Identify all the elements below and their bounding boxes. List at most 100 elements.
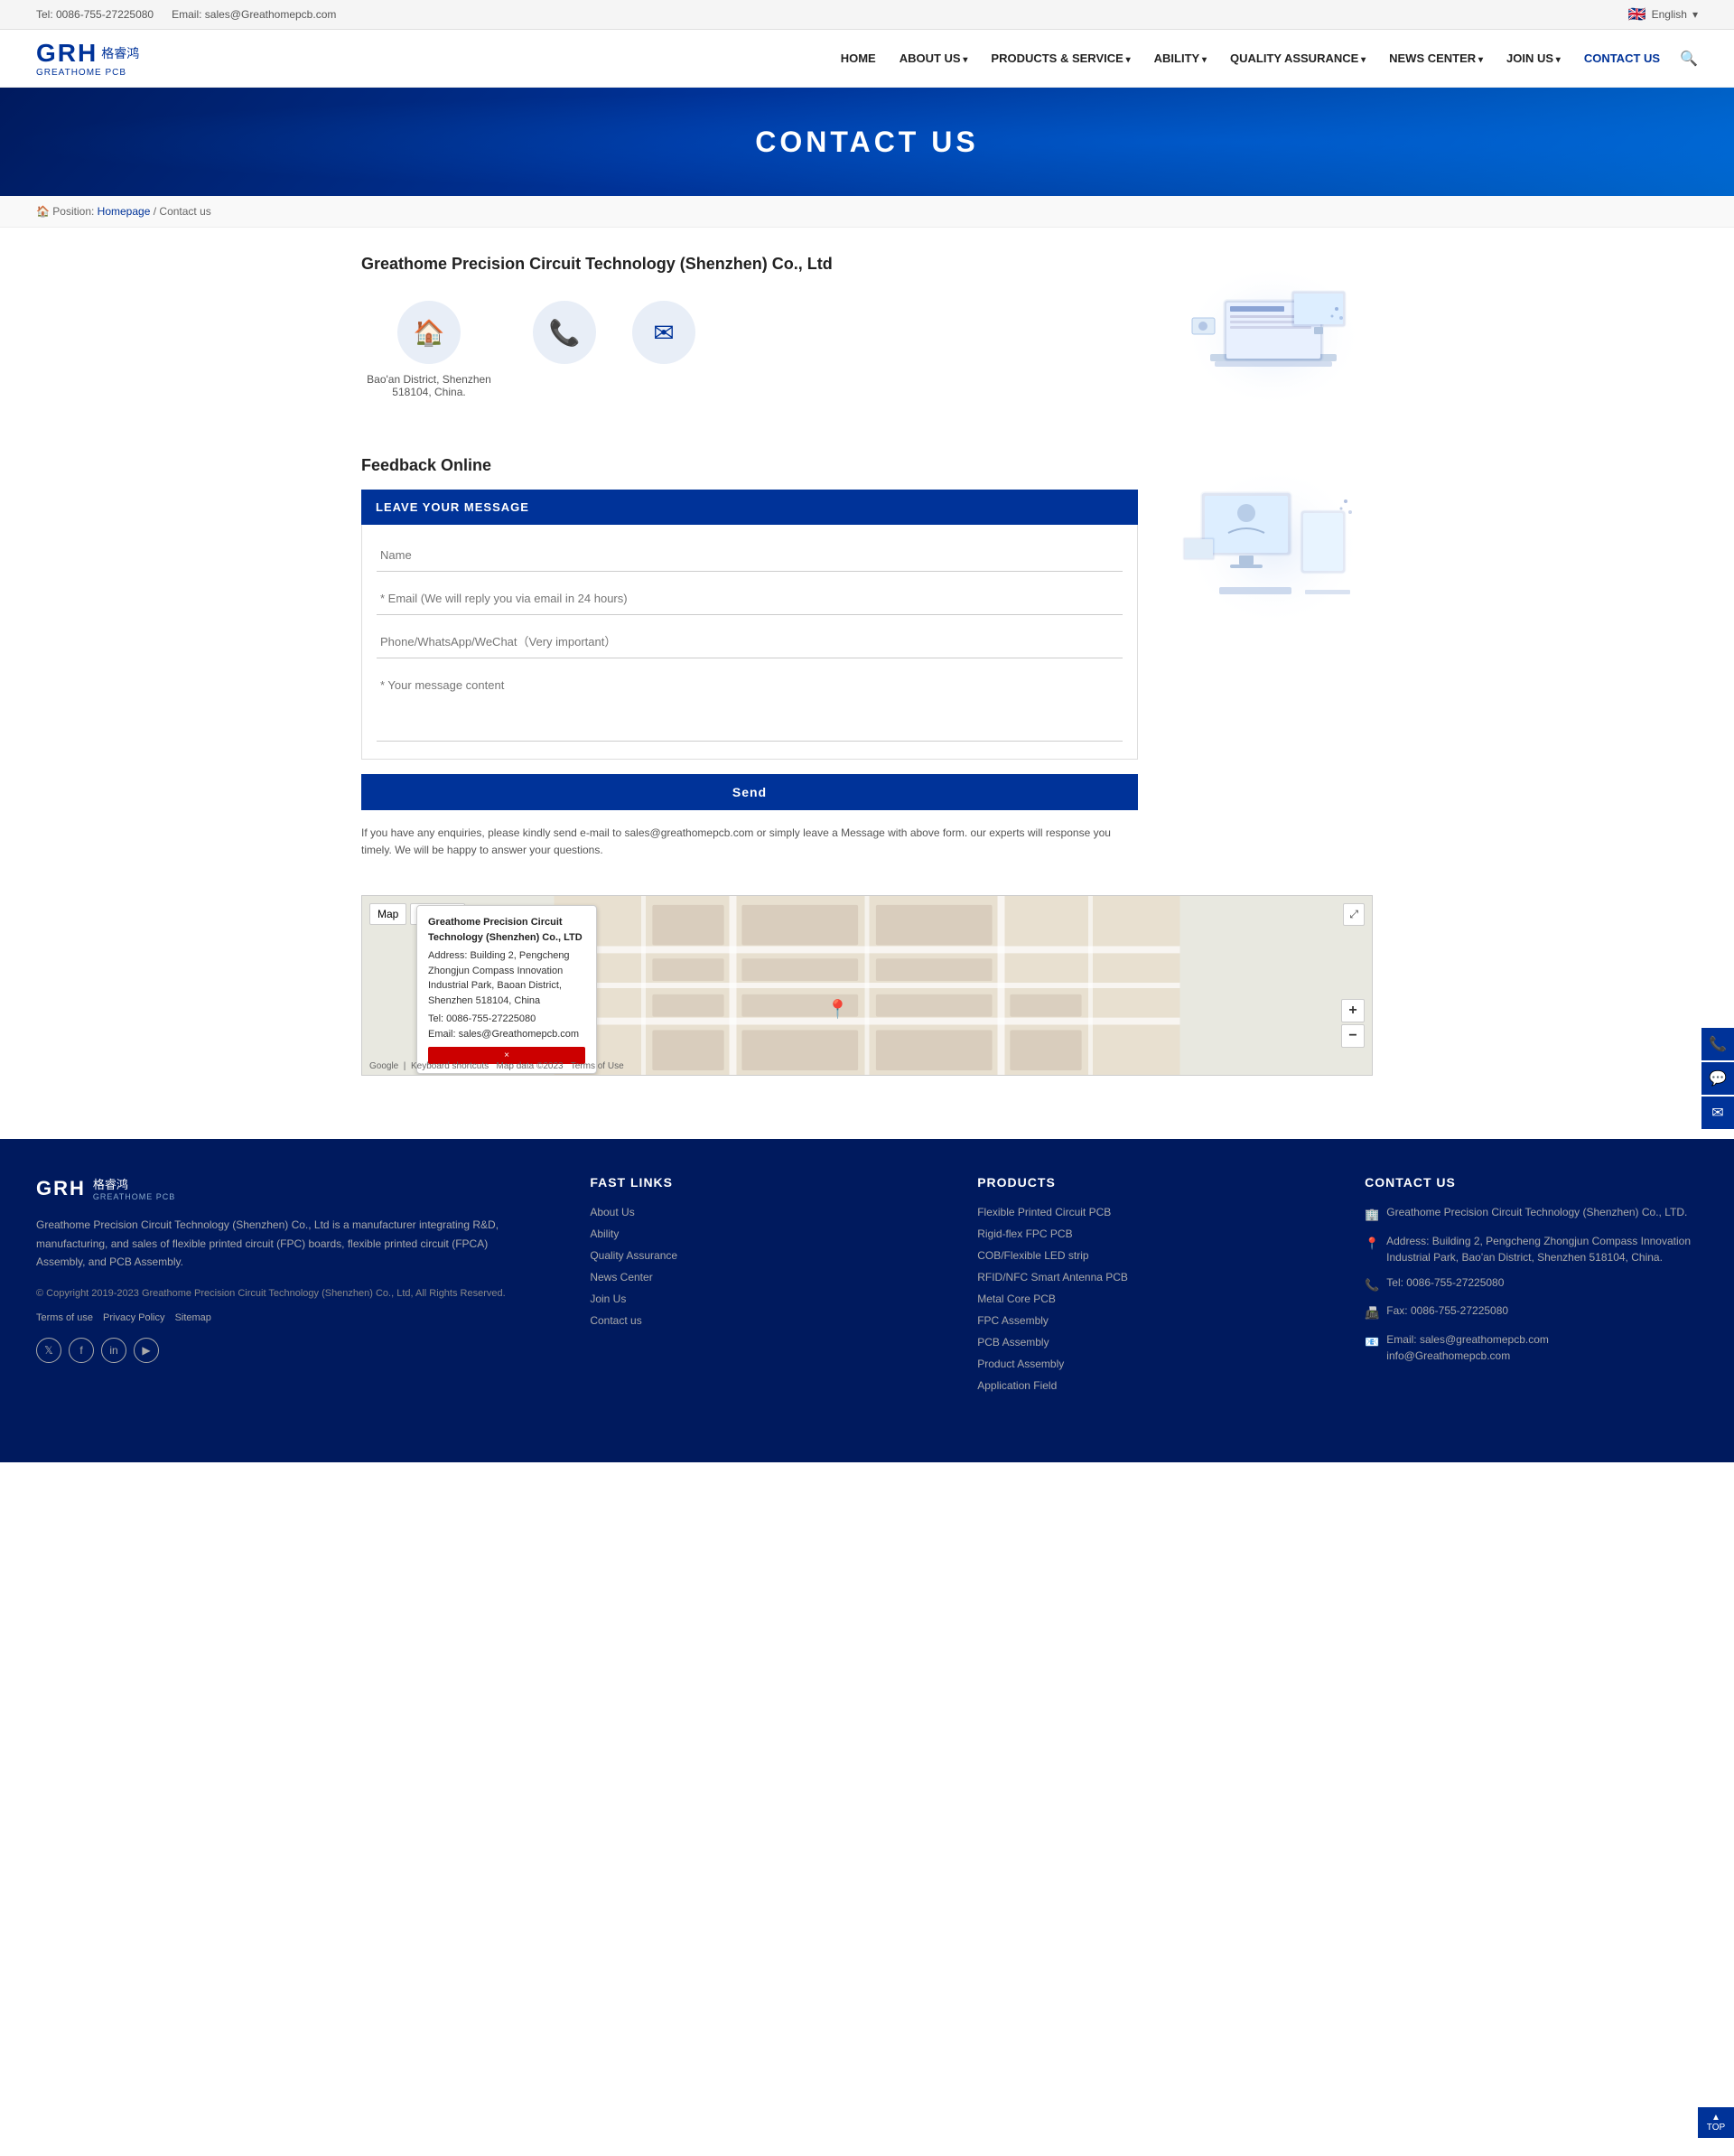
- feedback-form: Feedback Online LEAVE YOUR MESSAGE Send …: [361, 456, 1138, 859]
- name-input[interactable]: [377, 539, 1123, 572]
- whatsapp-side-btn[interactable]: 💬: [1701, 1062, 1734, 1095]
- list-item: Metal Core PCB: [977, 1291, 1310, 1305]
- list-item: Rigid-flex FPC PCB: [977, 1226, 1310, 1240]
- nav-quality[interactable]: QUALITY ASSURANCE: [1221, 44, 1375, 72]
- language-selector[interactable]: English: [1652, 8, 1687, 21]
- join-link[interactable]: Join Us: [590, 1293, 626, 1305]
- about-us-link[interactable]: About Us: [590, 1206, 634, 1218]
- map-terms[interactable]: Terms of Use: [571, 1061, 624, 1071]
- list-item: Application Field: [977, 1377, 1310, 1392]
- contact-link[interactable]: Contact us: [590, 1314, 641, 1327]
- phone-icon-item: 📞: [533, 301, 596, 398]
- pcb-assembly-link[interactable]: PCB Assembly: [977, 1336, 1049, 1349]
- home-icon: 🏠: [36, 205, 50, 218]
- logo-cn: 格睿鸿: [101, 44, 139, 62]
- phone-side-btn[interactable]: 📞: [1701, 1028, 1734, 1060]
- map-section: Map Satellite ⤢ Greathome Precision Circ…: [361, 895, 1373, 1076]
- map-data: Map data ©2023: [496, 1061, 563, 1071]
- contact-company-name: Greathome Precision Circuit Technology (…: [1386, 1204, 1687, 1224]
- send-button[interactable]: Send: [361, 774, 1138, 810]
- feedback-illustration: [1174, 456, 1373, 639]
- twitter-icon[interactable]: 𝕏: [36, 1338, 61, 1363]
- map-zoom[interactable]: + −: [1341, 999, 1365, 1048]
- nav-products[interactable]: PRODUCTS & SERVICE: [982, 44, 1139, 72]
- contact-icons: 🏠 Bao'an District, Shenzhen 518104, Chin…: [361, 301, 1174, 398]
- company-section: Greathome Precision Circuit Technology (…: [361, 255, 1373, 420]
- nav-join[interactable]: JOIN US: [1497, 44, 1570, 72]
- product-assembly-link[interactable]: Product Assembly: [977, 1358, 1064, 1370]
- zoom-out-btn[interactable]: −: [1341, 1024, 1365, 1048]
- form-header: LEAVE YOUR MESSAGE: [361, 490, 1138, 525]
- rigid-flex-link[interactable]: Rigid-flex FPC PCB: [977, 1227, 1072, 1240]
- contact-col-title: CONTACT US: [1365, 1175, 1698, 1190]
- privacy-link[interactable]: Privacy Policy: [103, 1312, 164, 1323]
- breadcrumb-home[interactable]: Homepage: [98, 205, 151, 218]
- logo[interactable]: GRH 格睿鸿 GREATHOME PCB: [36, 39, 139, 78]
- location-icon: 📍: [1365, 1235, 1379, 1265]
- application-link[interactable]: Application Field: [977, 1379, 1057, 1392]
- footer-social: 𝕏 f in ▶: [36, 1338, 536, 1363]
- email-input[interactable]: [377, 583, 1123, 615]
- fpc-link[interactable]: Flexible Printed Circuit PCB: [977, 1206, 1111, 1218]
- map-keyboard-shortcuts[interactable]: Keyboard shortcuts: [411, 1061, 489, 1071]
- footer-copyright: © Copyright 2019-2023 Greathome Precisio…: [36, 1286, 536, 1302]
- top-bar-right[interactable]: 🇬🇧 English ▾: [1628, 5, 1698, 23]
- feedback-note: If you have any enquiries, please kindly…: [361, 825, 1138, 859]
- footer-products: PRODUCTS Flexible Printed Circuit PCB Ri…: [977, 1175, 1310, 1399]
- search-icon[interactable]: 🔍: [1680, 50, 1698, 68]
- cob-link[interactable]: COB/Flexible LED strip: [977, 1249, 1088, 1262]
- map-info-tel: Tel: 0086-755-27225080: [428, 1012, 585, 1027]
- map-footer: Google | Keyboard shortcuts Map data ©20…: [369, 1061, 624, 1071]
- map-google-label: Google: [369, 1061, 398, 1071]
- contact-fax-text: Fax: 0086-755-27225080: [1386, 1302, 1508, 1322]
- form-body: [361, 525, 1138, 760]
- list-item: Flexible Printed Circuit PCB: [977, 1204, 1310, 1218]
- quality-link[interactable]: Quality Assurance: [590, 1249, 677, 1262]
- sitemap-link[interactable]: Sitemap: [175, 1312, 211, 1323]
- map-expand-btn[interactable]: ⤢: [1343, 903, 1365, 926]
- contact-email2: info@Greathomepcb.com: [1386, 1348, 1549, 1364]
- list-item: FPC Assembly: [977, 1312, 1310, 1327]
- feedback-container: Feedback Online LEAVE YOUR MESSAGE Send …: [361, 456, 1373, 859]
- contact-email1: Email: sales@greathomepcb.com: [1386, 1331, 1549, 1348]
- message-input[interactable]: [377, 669, 1123, 742]
- contact-tel-text: Tel: 0086-755-27225080: [1386, 1274, 1504, 1294]
- fpc-assembly-link[interactable]: FPC Assembly: [977, 1314, 1049, 1327]
- phone-info: Tel: 0086-755-27225080: [36, 8, 154, 21]
- company-name: Greathome Precision Circuit Technology (…: [361, 255, 1174, 274]
- top-button[interactable]: ▲ TOP: [1698, 2107, 1734, 2138]
- nav-ability[interactable]: ABILITY: [1145, 44, 1216, 72]
- footer-fast-links: FAST LINKS About Us Ability Quality Assu…: [590, 1175, 923, 1399]
- map-info-title: Greathome Precision Circuit Technology (…: [428, 915, 585, 945]
- footer-logo: GRH 格睿鸿 GREATHOME PCB: [36, 1175, 536, 1201]
- company-illustration: [1174, 255, 1373, 420]
- feedback-section: Feedback Online LEAVE YOUR MESSAGE Send …: [361, 456, 1373, 859]
- top-arrow: ▲: [1698, 2113, 1734, 2123]
- side-buttons[interactable]: 📞 💬 ✉: [1701, 1028, 1734, 1129]
- dropdown-icon: ▾: [1692, 8, 1698, 21]
- metal-link[interactable]: Metal Core PCB: [977, 1293, 1056, 1305]
- hero-section: CONTACT US: [0, 88, 1734, 196]
- youtube-icon[interactable]: ▶: [134, 1338, 159, 1363]
- map-view-btn[interactable]: Map: [369, 903, 406, 925]
- news-link[interactable]: News Center: [590, 1271, 652, 1283]
- terms-link[interactable]: Terms of use: [36, 1312, 93, 1323]
- facebook-icon[interactable]: f: [69, 1338, 94, 1363]
- list-item: Ability: [590, 1226, 923, 1240]
- map-container[interactable]: Map Satellite ⤢ Greathome Precision Circ…: [361, 895, 1373, 1076]
- phone-input[interactable]: [377, 626, 1123, 658]
- nav-home[interactable]: HOME: [832, 44, 885, 72]
- email-info: Email: sales@Greathomepcb.com: [172, 8, 336, 21]
- linkedin-icon[interactable]: in: [101, 1338, 126, 1363]
- rfid-link[interactable]: RFID/NFC Smart Antenna PCB: [977, 1271, 1128, 1283]
- ability-link[interactable]: Ability: [590, 1227, 619, 1240]
- zoom-in-btn[interactable]: +: [1341, 999, 1365, 1022]
- email-side-btn[interactable]: ✉: [1701, 1097, 1734, 1129]
- footer-logo-cn: 格睿鸿: [93, 1175, 175, 1192]
- nav-news[interactable]: NEWS CENTER: [1380, 44, 1492, 72]
- page-title: CONTACT US: [755, 98, 978, 186]
- map-info-email: Email: sales@Greathomepcb.com: [428, 1027, 585, 1042]
- nav-about[interactable]: ABOUT US: [890, 44, 977, 72]
- nav-contact[interactable]: CONTACT US: [1575, 44, 1669, 72]
- home-icon-circle: 🏠: [397, 301, 461, 364]
